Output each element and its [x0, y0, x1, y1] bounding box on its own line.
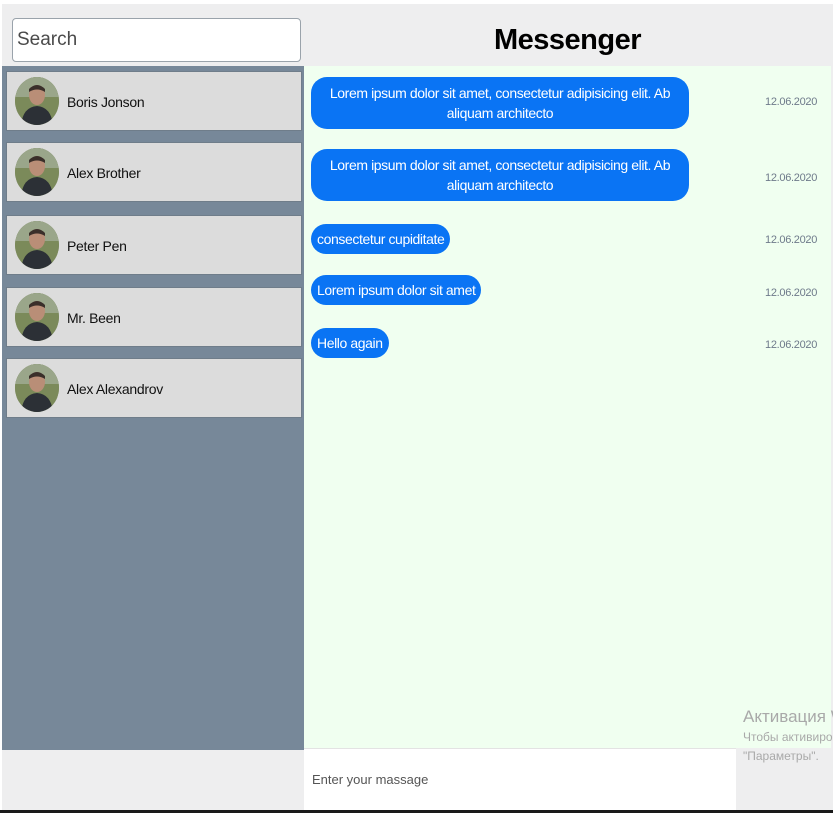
contact-item[interactable]: Alex Brother: [6, 142, 302, 202]
message-bubble: Lorem ipsum dolor sit amet, consectetur …: [311, 149, 689, 201]
contact-name: Boris Jonson: [67, 94, 145, 110]
contact-item[interactable]: Peter Pen: [6, 215, 302, 275]
message-bubble: Lorem ipsum dolor sit amet: [311, 275, 482, 305]
contact-name: Mr. Been: [67, 310, 121, 326]
message-bubble: Hello again: [311, 328, 389, 358]
contact-name: Alex Alexandrov: [67, 381, 163, 397]
search-input[interactable]: [12, 18, 301, 62]
page-title: Messenger: [493, 24, 642, 56]
contact-list: Boris Jonson Alex Brother Peter Pen Mr. …: [2, 66, 304, 750]
footer-left: [2, 750, 304, 810]
header: Messenger: [304, 4, 831, 66]
activation-watermark: Активация Windows Чтобы активировать Win…: [743, 706, 833, 766]
contact-item[interactable]: Boris Jonson: [6, 71, 302, 131]
watermark-title: Активация Windows: [743, 707, 833, 726]
search-area: [2, 4, 304, 66]
message-timestamp: 12.06.2020: [765, 287, 818, 299]
contact-name: Alex Brother: [67, 165, 141, 181]
contact-name: Peter Pen: [67, 238, 127, 254]
avatar: [15, 364, 59, 412]
watermark-line: "Параметры".: [743, 749, 819, 763]
chat-area: Lorem ipsum dolor sit amet, consectetur …: [304, 66, 831, 748]
avatar: [15, 221, 59, 269]
avatar: [15, 77, 59, 125]
contact-item[interactable]: Mr. Been: [6, 287, 302, 347]
avatar: [15, 148, 59, 196]
watermark-line: Чтобы активировать Windows, перейдите в …: [743, 730, 833, 744]
message-bubble: consectetur cupiditate: [311, 224, 451, 254]
message-timestamp: 12.06.2020: [765, 172, 818, 184]
message-timestamp: 12.06.2020: [765, 96, 818, 108]
message-timestamp: 12.06.2020: [765, 339, 818, 351]
message-input[interactable]: [304, 748, 736, 810]
message-timestamp: 12.06.2020: [765, 234, 818, 246]
contact-item[interactable]: Alex Alexandrov: [6, 358, 302, 418]
avatar: [15, 293, 59, 341]
message-bubble: Lorem ipsum dolor sit amet, consectetur …: [311, 77, 689, 129]
